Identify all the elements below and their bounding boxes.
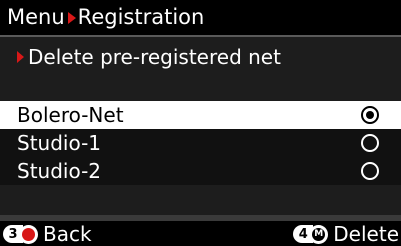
footer-bar: 3 Back 4 M Delete — [0, 221, 401, 246]
page-title: Delete pre-registered net — [17, 47, 281, 67]
list-item-label: Studio-1 — [17, 131, 102, 155]
title-arrow-icon — [17, 51, 24, 63]
list-item-studio-2[interactable]: Studio-2 — [0, 157, 401, 185]
back-button[interactable]: 3 Back — [3, 224, 92, 244]
registered-net-list: Bolero-Net Studio-1 Studio-2 — [0, 101, 401, 185]
page-title-text: Delete pre-registered net — [28, 45, 281, 69]
radio-unselected-icon[interactable] — [361, 162, 379, 180]
list-item-label: Bolero-Net — [17, 103, 124, 127]
list-item-studio-1[interactable]: Studio-1 — [0, 129, 401, 157]
list-item-label: Studio-2 — [17, 159, 102, 183]
list-spacer — [0, 185, 401, 215]
breadcrumb-arrow-icon — [67, 11, 76, 24]
red-record-dot-icon — [19, 224, 38, 244]
breadcrumb-registration: Registration — [77, 5, 205, 29]
back-label: Back — [43, 222, 92, 246]
list-item-bolero-net[interactable]: Bolero-Net — [0, 101, 401, 129]
radio-selected-icon[interactable] — [361, 106, 379, 124]
radio-unselected-icon[interactable] — [361, 134, 379, 152]
m-button-icon: M — [309, 224, 329, 244]
delete-label: Delete — [333, 222, 399, 246]
breadcrumb: Menu Registration — [0, 0, 401, 35]
delete-button[interactable]: 4 M Delete — [293, 224, 399, 244]
breadcrumb-menu[interactable]: Menu — [7, 7, 65, 28]
registration-screen: Menu Registration Delete pre-registered … — [0, 0, 401, 246]
header-divider — [0, 35, 401, 37]
